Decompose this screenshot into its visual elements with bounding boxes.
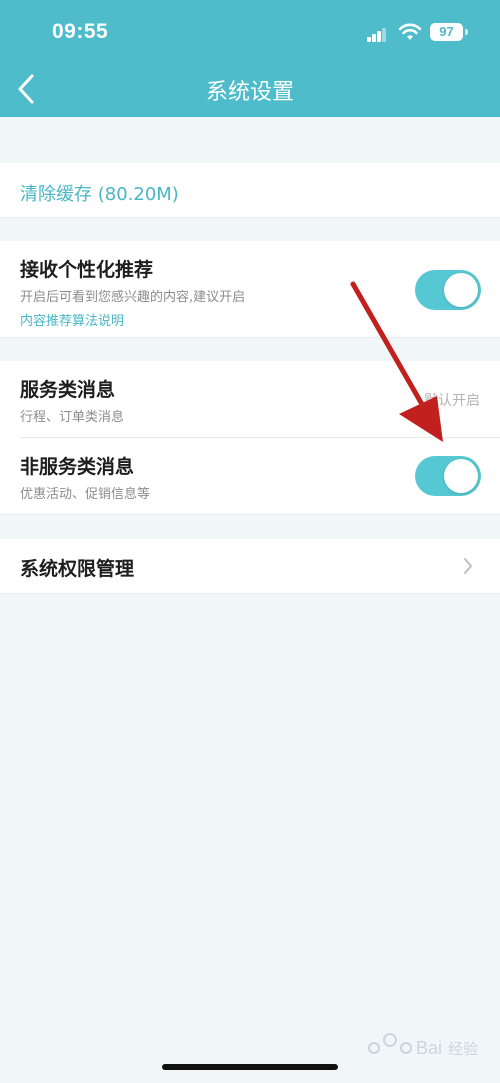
non-service-messages-title: 非服务类消息 xyxy=(20,456,135,478)
wifi-icon xyxy=(398,23,422,40)
personalized-description: 开启后可看到您感兴趣的内容,建议开启 xyxy=(20,290,246,305)
message-settings-section: 服务类消息 行程、订单类消息 默认开启 非服务类消息 优惠活动、促销信息等 xyxy=(0,361,500,515)
system-permissions-title: 系统权限管理 xyxy=(20,558,135,580)
algorithm-explanation-link[interactable]: 内容推荐算法说明 xyxy=(20,310,124,329)
battery-tip xyxy=(465,29,468,35)
status-time: 09:55 xyxy=(52,20,109,43)
non-service-messages-description: 优惠活动、促销信息等 xyxy=(20,487,151,502)
baidu-jingyan-watermark: Bai 经验 xyxy=(360,1028,480,1064)
system-permissions-row[interactable]: 系统权限管理 xyxy=(0,539,500,594)
clear-cache-label: 清除缓存 (80.20M) xyxy=(20,184,179,205)
home-indicator xyxy=(162,1064,338,1070)
service-messages-title: 服务类消息 xyxy=(20,379,116,401)
personalized-toggle[interactable] xyxy=(415,270,481,310)
chevron-right-icon xyxy=(464,558,472,574)
paw-logo-icon: Bai 经验 xyxy=(368,1033,478,1058)
svg-text:Bai: Bai xyxy=(416,1038,442,1058)
service-messages-status: 默认开启 xyxy=(424,393,480,409)
personalized-title: 接收个性化推荐 xyxy=(20,259,154,281)
clear-cache-row[interactable]: 清除缓存 (80.20M) xyxy=(0,163,500,218)
svg-text:经验: 经验 xyxy=(448,1040,478,1058)
service-messages-description: 行程、订单类消息 xyxy=(20,410,125,425)
battery-icon: 97 xyxy=(430,23,463,41)
page-title: 系统设置 xyxy=(205,80,294,105)
toggle-knob xyxy=(444,459,478,493)
toggle-knob xyxy=(444,273,478,307)
divider xyxy=(20,437,500,438)
nav-header: 09:55 97 系统设置 xyxy=(0,0,500,117)
personalized-recommendation-row: 接收个性化推荐 开启后可看到您感兴趣的内容,建议开启 内容推荐算法说明 xyxy=(0,241,500,338)
non-service-messages-toggle[interactable] xyxy=(415,456,481,496)
cellular-signal-icon xyxy=(367,26,387,42)
